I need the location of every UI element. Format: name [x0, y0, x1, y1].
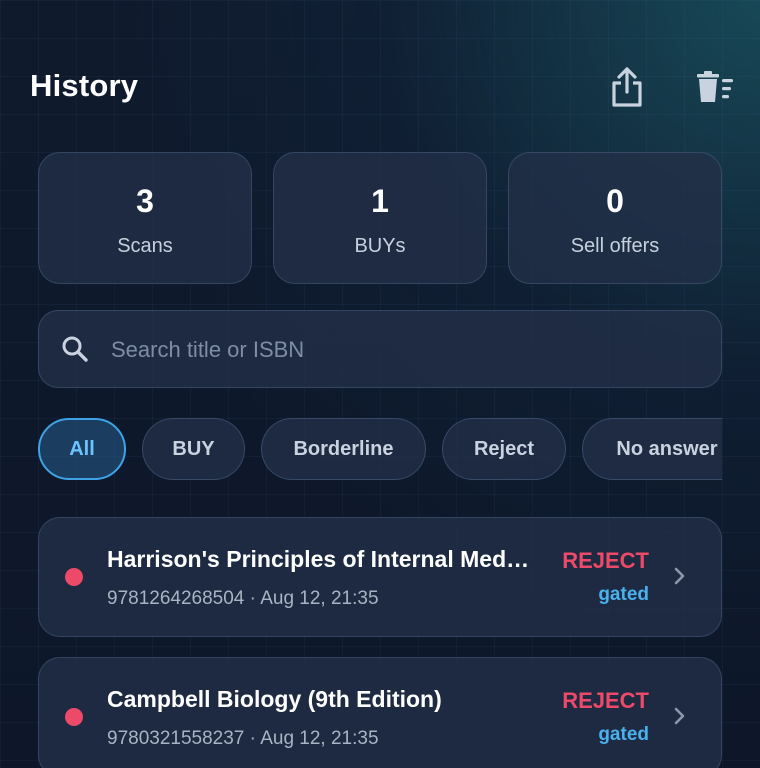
scan-list-item[interactable]: Campbell Biology (9th Edition) 978032155…: [38, 657, 722, 768]
stat-label: Sell offers: [570, 235, 660, 257]
verdict-label: REJECT: [562, 688, 649, 713]
stat-card-buys: 1 BUYs: [273, 152, 487, 284]
stat-value: 0: [606, 183, 624, 219]
scan-list-item[interactable]: Harrison's Principles of Internal Med… 9…: [38, 517, 722, 637]
status-dot: [65, 568, 83, 586]
filter-chip-no-answer[interactable]: No answer: [582, 418, 722, 480]
item-title: Campbell Biology (9th Edition): [107, 686, 442, 712]
share-button[interactable]: [602, 62, 652, 112]
header: History: [30, 62, 736, 112]
filter-chip-reject[interactable]: Reject: [442, 418, 566, 480]
verdict-reason: gated: [598, 584, 649, 605]
stat-card-scans: 3 Scans: [38, 152, 252, 284]
clear-history-icon: [697, 71, 733, 102]
filter-chip-all[interactable]: All: [38, 418, 126, 480]
filter-chip-borderline[interactable]: Borderline: [261, 418, 426, 480]
stat-value: 1: [371, 183, 389, 219]
item-title: Harrison's Principles of Internal Med…: [107, 546, 530, 572]
verdict-reason: gated: [598, 724, 649, 745]
item-isbn-date: 9781264268504 · Aug 12, 21:35: [107, 588, 379, 609]
search-box[interactable]: [38, 310, 722, 388]
chevron-right-icon: [674, 567, 685, 585]
filter-chips: All BUY Borderline Reject No answer: [38, 418, 722, 480]
stat-card-sell-offers: 0 Sell offers: [508, 152, 722, 284]
item-isbn-date: 9780321558237 · Aug 12, 21:35: [107, 728, 379, 749]
chevron-right-icon: [674, 707, 685, 725]
share-icon: [612, 67, 642, 107]
status-dot: [65, 708, 83, 726]
search-icon: [62, 336, 88, 362]
stat-label: BUYs: [354, 235, 406, 257]
search-input[interactable]: [109, 329, 703, 371]
page-title: History: [30, 68, 139, 103]
filter-chip-buy[interactable]: BUY: [142, 418, 245, 480]
stat-value: 3: [136, 183, 154, 219]
clear-history-button[interactable]: [690, 62, 740, 112]
verdict-label: REJECT: [562, 548, 649, 573]
stat-label: Scans: [117, 235, 173, 257]
